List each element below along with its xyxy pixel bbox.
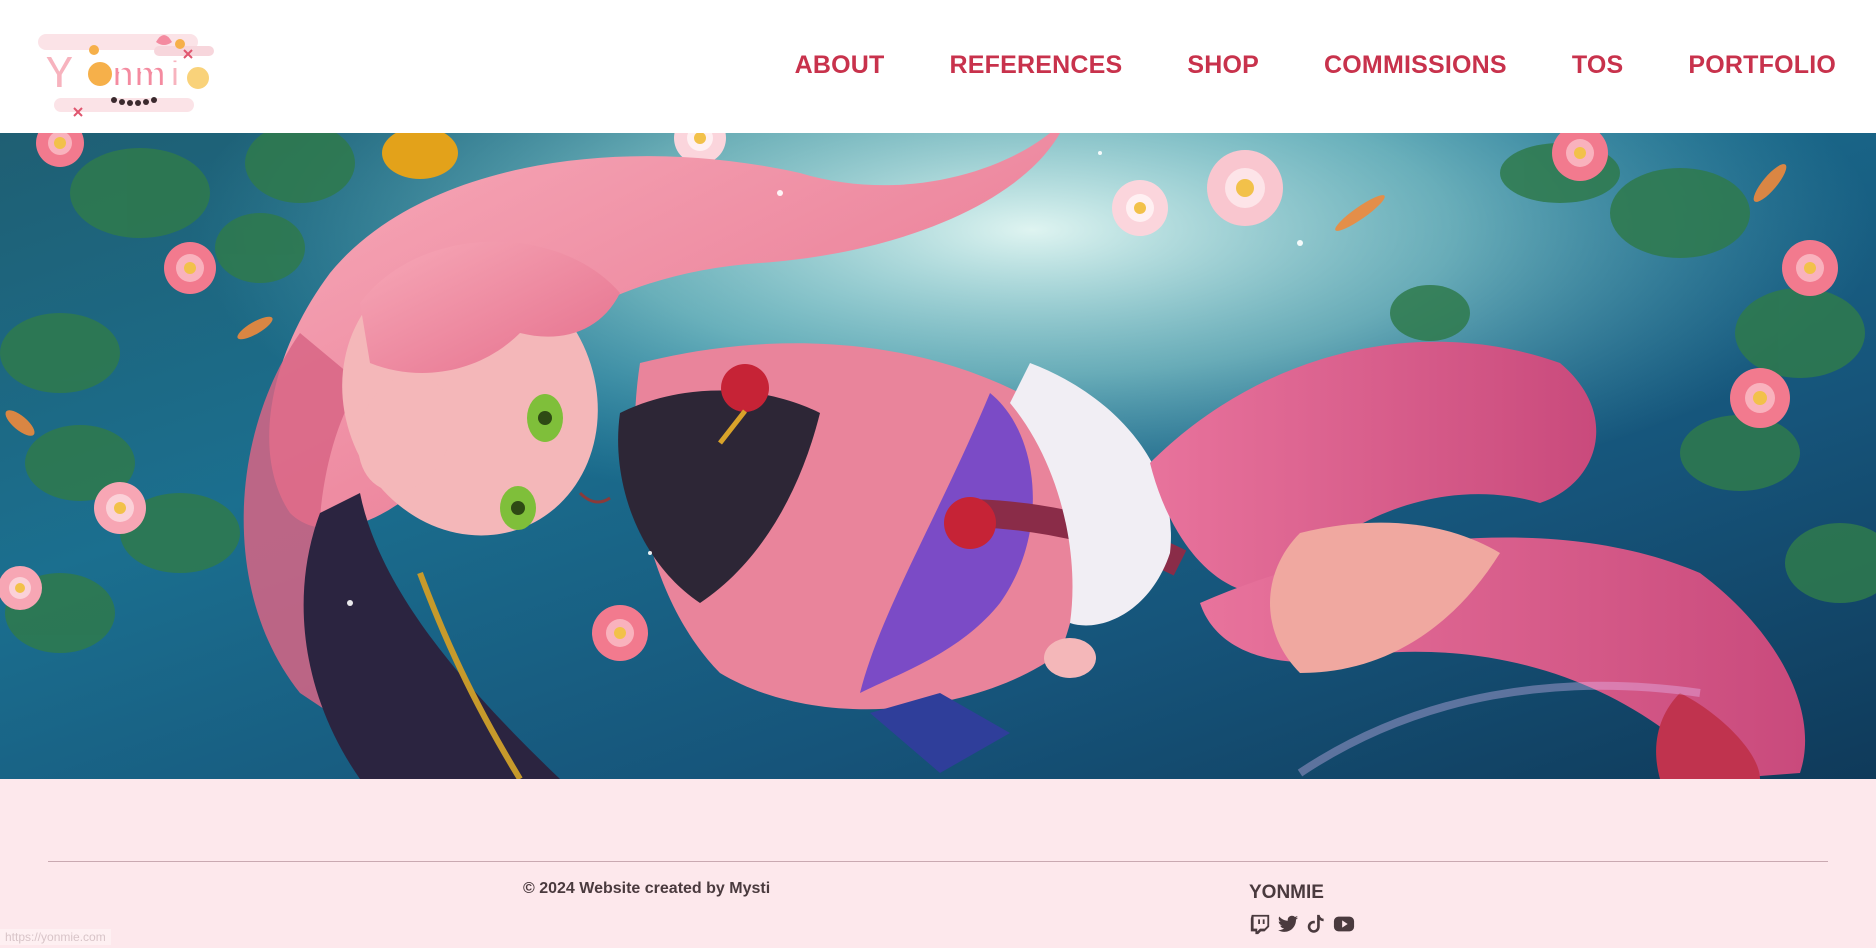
twitch-icon[interactable]	[1249, 913, 1271, 935]
nav-commissions[interactable]: COMMISSIONS	[1324, 51, 1507, 80]
svg-text:nm: nm	[112, 53, 166, 94]
site-logo[interactable]: Y nm i	[34, 16, 234, 124]
nav-references[interactable]: REFERENCES	[950, 51, 1123, 80]
logo-artwork: Y nm i	[38, 34, 214, 117]
nav-portfolio[interactable]: PORTFOLIO	[1688, 51, 1836, 80]
hero-banner	[0, 133, 1876, 779]
svg-text:Y: Y	[44, 46, 75, 98]
site-footer: © 2024 Website created by Mysti YONMIE h…	[0, 779, 1876, 948]
site-header: Y nm i ABOUT REFERENCES SHOP COMMISSIONS…	[0, 0, 1876, 133]
nav-about[interactable]: ABOUT	[795, 51, 885, 80]
hero-illustration	[0, 133, 1876, 779]
tiktok-icon[interactable]	[1305, 913, 1327, 935]
status-bar-url: https://yonmie.com	[0, 929, 111, 945]
youtube-icon[interactable]	[1333, 913, 1355, 935]
svg-text:i: i	[170, 53, 180, 94]
footer-divider	[48, 861, 1828, 862]
footer-brand: YONMIE	[1249, 882, 1324, 903]
main-nav: ABOUT REFERENCES SHOP COMMISSIONS TOS PO…	[795, 47, 1836, 83]
nav-shop[interactable]: SHOP	[1187, 51, 1259, 80]
nav-tos[interactable]: TOS	[1572, 51, 1624, 80]
social-links	[1249, 913, 1355, 935]
copyright-text: © 2024 Website created by Mysti	[523, 880, 771, 897]
page: Y nm i ABOUT REFERENCES SHOP COMMISSIONS…	[0, 0, 1876, 948]
twitter-icon[interactable]	[1277, 913, 1299, 935]
